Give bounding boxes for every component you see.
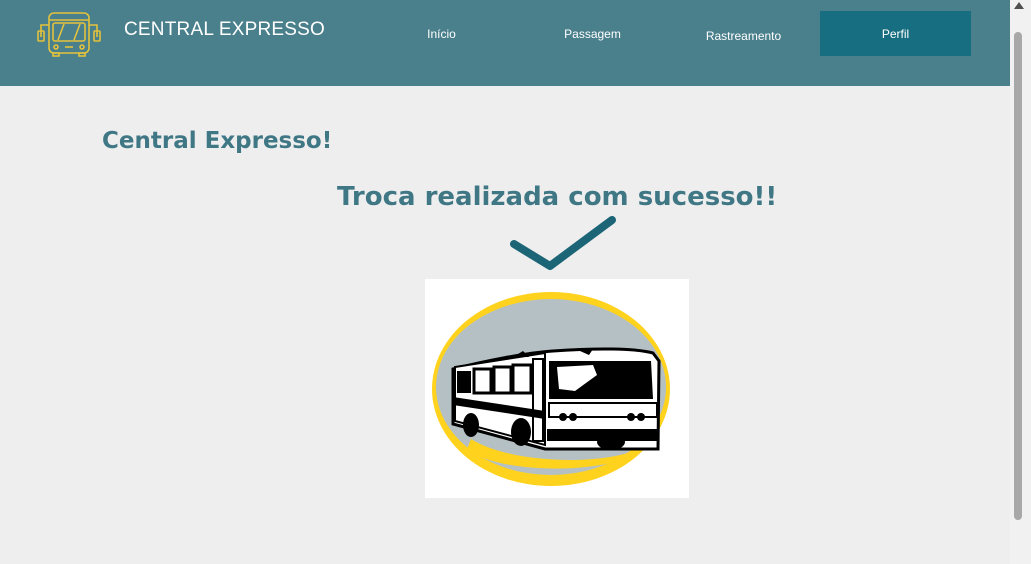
success-message: Troca realizada com sucesso!! [337, 182, 778, 212]
scrollbar-thumb[interactable] [1014, 32, 1022, 520]
page: CENTRAL EXPRESSO Início Passagem Rastrea… [0, 0, 1010, 564]
bus-logo-icon[interactable] [36, 11, 102, 57]
nav-passagem[interactable]: Passagem [517, 11, 668, 56]
checkmark-icon [510, 216, 616, 270]
nav-perfil[interactable]: Perfil [820, 11, 971, 56]
bus-illustration [425, 279, 689, 498]
brand-name[interactable]: CENTRAL EXPRESSO [124, 19, 325, 41]
scroll-up-arrow-icon[interactable] [1014, 2, 1024, 9]
navbar: CENTRAL EXPRESSO Início Passagem Rastrea… [0, 0, 1010, 86]
page-title: Central Expresso! [102, 128, 333, 154]
nav-inicio[interactable]: Início [366, 11, 517, 56]
nav-rastreamento[interactable]: Rastreamento [668, 13, 819, 58]
